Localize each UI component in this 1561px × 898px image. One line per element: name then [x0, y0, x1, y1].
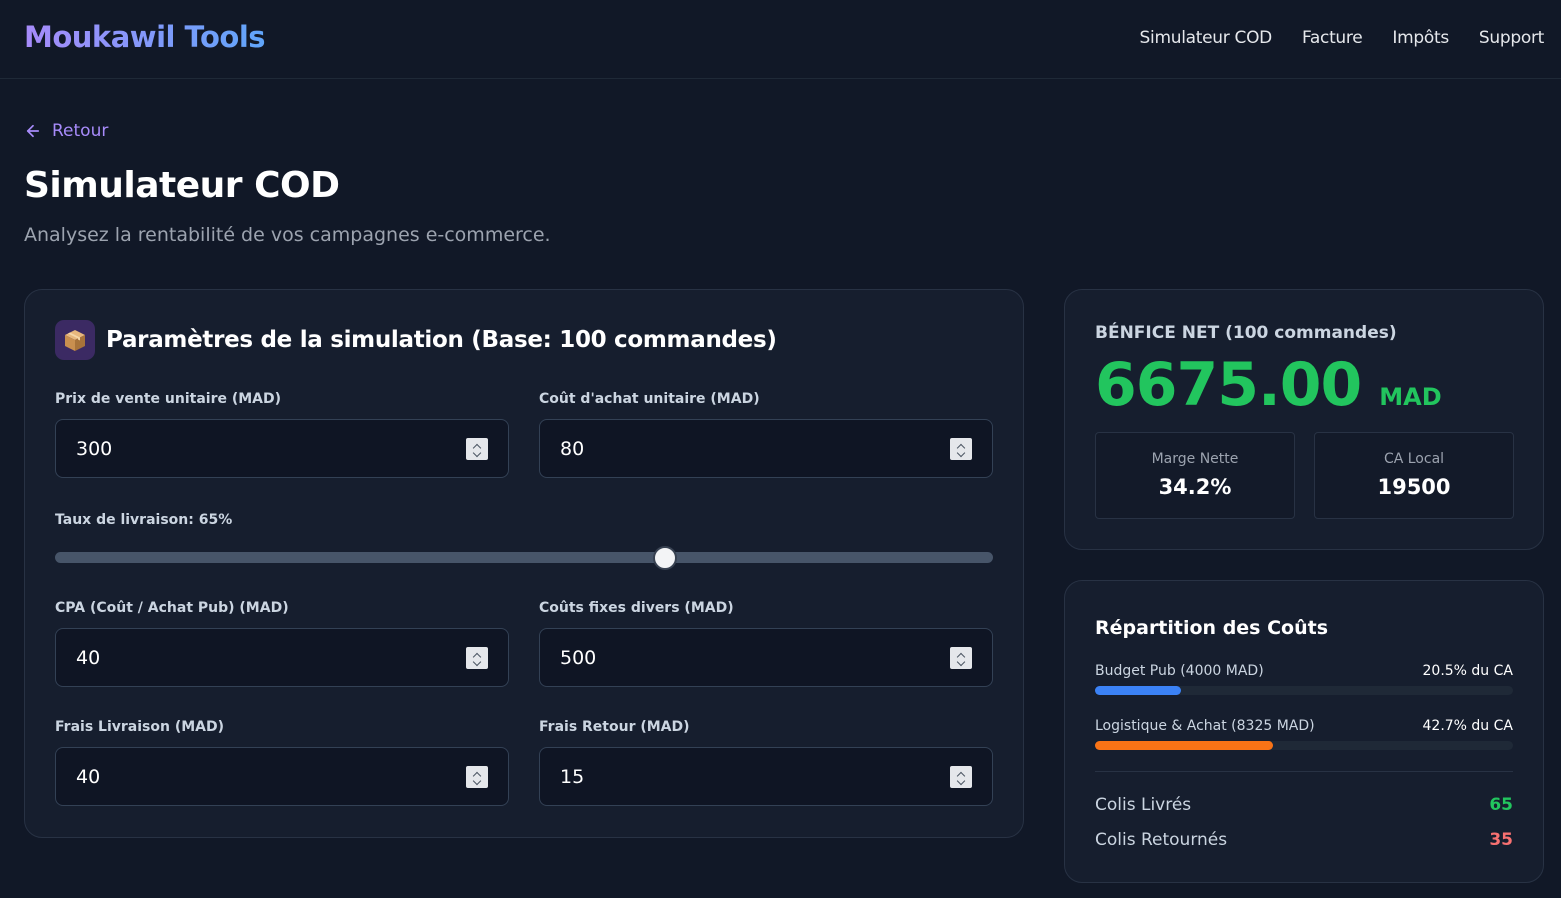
nav-link-simulateur[interactable]: Simulateur COD — [1140, 28, 1273, 48]
field-frais-livraison: Frais Livraison (MAD) — [55, 719, 509, 806]
frais-retour-label: Frais Retour (MAD) — [539, 719, 690, 735]
pub-bar-track — [1095, 686, 1513, 695]
logistique-label: Logistique & Achat (8325 MAD) — [1095, 718, 1315, 734]
page-subtitle: Analysez la rentabilité de vos campagnes… — [24, 224, 551, 246]
costs-divider — [1095, 771, 1513, 772]
logistique-bar-track — [1095, 741, 1513, 750]
taux-livraison-slider[interactable] — [55, 546, 993, 570]
pub-bar-fill — [1095, 686, 1181, 695]
frais-livraison-stepper[interactable] — [466, 766, 488, 788]
frais-livraison-input[interactable] — [56, 748, 508, 805]
result-label: BÉNFICE NET (100 commandes) — [1095, 323, 1397, 343]
frais-livraison-label: Frais Livraison (MAD) — [55, 719, 224, 735]
couts-fixes-stepper[interactable] — [950, 647, 972, 669]
frais-livraison-input-box — [55, 747, 509, 806]
top-nav: Moukawil Tools Simulateur COD Facture Im… — [0, 0, 1561, 79]
back-link[interactable]: Retour — [24, 121, 108, 141]
cost-row-pub: Budget Pub (4000 MAD) 20.5% du CA — [1095, 663, 1513, 695]
pub-pct: 20.5% du CA — [1422, 663, 1514, 679]
logistique-pct: 42.7% du CA — [1422, 718, 1514, 734]
cout-achat-input[interactable] — [540, 420, 992, 477]
prix-vente-label: Prix de vente unitaire (MAD) — [55, 391, 282, 407]
nav-links: Simulateur COD Facture Impôts Support — [1140, 28, 1545, 48]
cout-achat-label: Coût d'achat unitaire (MAD) — [539, 391, 760, 407]
benefice-net-unit: MAD — [1379, 383, 1442, 411]
params-header: Paramètres de la simulation (Base: 100 c… — [55, 320, 777, 360]
colis-retournes-label: Colis Retournés — [1095, 830, 1228, 850]
params-title: Paramètres de la simulation (Base: 100 c… — [106, 327, 777, 353]
colis-livres-label: Colis Livrés — [1095, 795, 1192, 815]
logo[interactable]: Moukawil Tools — [24, 20, 266, 54]
taux-livraison-label: Taux de livraison: 65% — [55, 512, 233, 528]
slider-thumb[interactable] — [652, 546, 677, 570]
ca-local-label: CA Local — [1383, 451, 1445, 467]
nav-link-impots[interactable]: Impôts — [1392, 28, 1449, 48]
colis-retournes-row: Colis Retournés 35 — [1095, 830, 1513, 850]
benefice-net-value: 6675.00 — [1095, 350, 1362, 420]
field-cpa: CPA (Coût / Achat Pub) (MAD) — [55, 600, 509, 687]
couts-fixes-input-box — [539, 628, 993, 687]
nav-link-facture[interactable]: Facture — [1302, 28, 1363, 48]
package-icon — [55, 320, 95, 360]
logistique-bar-fill — [1095, 741, 1274, 750]
result-value: 6675.00 MAD — [1095, 350, 1442, 420]
field-cout-achat: Coût d'achat unitaire (MAD) — [539, 391, 993, 478]
ca-local-value: 19500 — [1377, 475, 1451, 499]
nav-link-support[interactable]: Support — [1479, 28, 1544, 48]
field-frais-retour: Frais Retour (MAD) — [539, 719, 993, 806]
field-couts-fixes: Coûts fixes divers (MAD) — [539, 600, 993, 687]
back-label: Retour — [52, 121, 109, 141]
colis-livres-row: Colis Livrés 65 — [1095, 795, 1513, 815]
prix-vente-stepper[interactable] — [466, 438, 488, 460]
marge-nette-box: Marge Nette 34.2% — [1095, 432, 1295, 519]
pub-label: Budget Pub (4000 MAD) — [1095, 663, 1264, 679]
cout-achat-stepper[interactable] — [950, 438, 972, 460]
colis-retournes-value: 35 — [1489, 830, 1513, 850]
couts-fixes-label: Coûts fixes divers (MAD) — [539, 600, 734, 616]
result-card: BÉNFICE NET (100 commandes) 6675.00 MAD … — [1064, 289, 1544, 550]
prix-vente-input-box — [55, 419, 509, 478]
cpa-label: CPA (Coût / Achat Pub) (MAD) — [55, 600, 289, 616]
cpa-stepper[interactable] — [466, 647, 488, 669]
marge-nette-value: 34.2% — [1158, 475, 1232, 499]
colis-livres-value: 65 — [1489, 795, 1513, 815]
arrow-left-icon — [26, 124, 40, 138]
cout-achat-input-box — [539, 419, 993, 478]
ca-local-box: CA Local 19500 — [1314, 432, 1514, 519]
cpa-input[interactable] — [56, 629, 508, 686]
frais-retour-input-box — [539, 747, 993, 806]
cpa-input-box — [55, 628, 509, 687]
costs-card: Répartition des Coûts Budget Pub (4000 M… — [1064, 580, 1544, 883]
page-title: Simulateur COD — [24, 165, 340, 206]
marge-nette-label: Marge Nette — [1151, 451, 1239, 467]
cost-row-logistique: Logistique & Achat (8325 MAD) 42.7% du C… — [1095, 718, 1513, 750]
prix-vente-input[interactable] — [56, 420, 508, 477]
costs-title: Répartition des Coûts — [1095, 617, 1329, 639]
couts-fixes-input[interactable] — [540, 629, 992, 686]
params-card: Paramètres de la simulation (Base: 100 c… — [24, 289, 1024, 838]
field-prix-vente: Prix de vente unitaire (MAD) — [55, 391, 509, 478]
frais-retour-stepper[interactable] — [950, 766, 972, 788]
frais-retour-input[interactable] — [540, 748, 992, 805]
